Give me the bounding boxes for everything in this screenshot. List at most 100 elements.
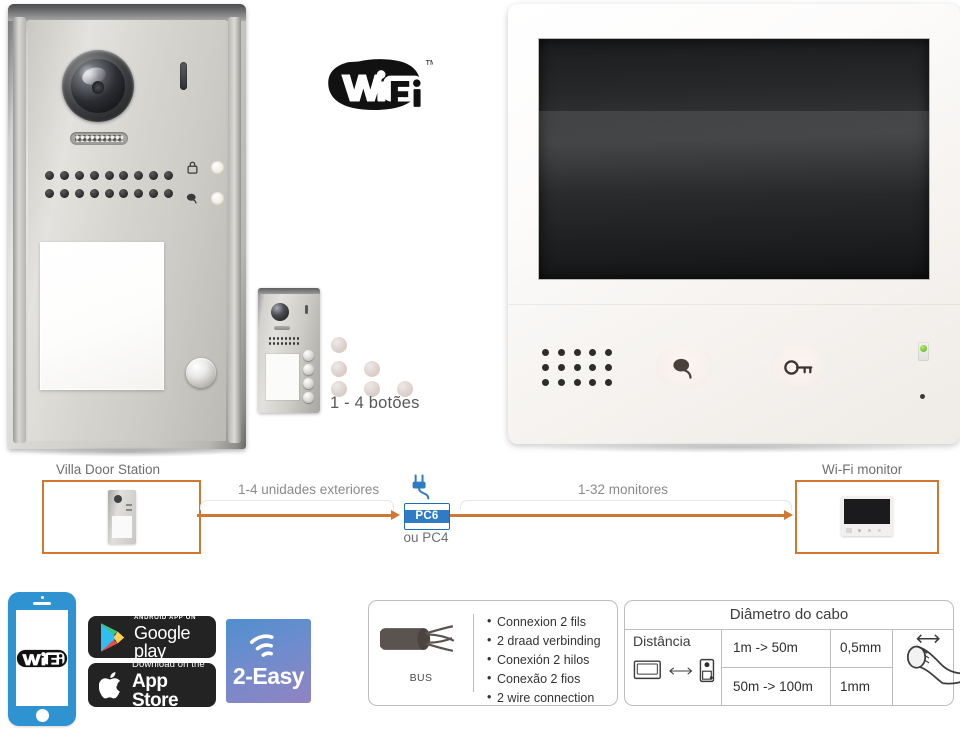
google-play-badge[interactable]: ANDROID APP ON Google play — [88, 614, 216, 661]
topology-span-right — [460, 500, 792, 510]
app-store-badge[interactable]: Download on the App Store — [88, 658, 216, 712]
topology-door-station-box — [42, 480, 201, 554]
list-item: 2 wire connection — [487, 688, 609, 708]
wifi-logo: TM — [325, 52, 436, 124]
talk-led — [211, 192, 224, 206]
distance-label: Distância — [633, 633, 691, 649]
talk-icon — [186, 194, 197, 204]
cable-diameter: 1mm — [830, 667, 892, 705]
wifi-monitor-image — [508, 4, 960, 453]
trademark-mark: TM — [425, 58, 433, 67]
door-station-housing — [8, 4, 246, 449]
list-item: Conexión 2 hilos — [487, 650, 609, 670]
google-play-icon — [101, 622, 125, 652]
google-play-name: Google play — [134, 622, 191, 661]
camera-icon — [62, 50, 134, 122]
topology-line-left — [197, 514, 393, 517]
distance-range: 50m -> 100m — [733, 678, 813, 694]
app-store-name: App Store — [132, 671, 179, 712]
bus-cable-icon — [378, 625, 455, 652]
villa-door-station-image — [8, 4, 246, 457]
topology-arrow-right — [784, 510, 793, 520]
monitor-shadow — [532, 442, 936, 453]
key-icon — [784, 359, 813, 375]
talk-icon — [673, 358, 692, 379]
table-row: 1m -> 50m 0,5mm — [722, 629, 892, 667]
topology-arrow-left — [391, 510, 400, 520]
monitor-unlock-button[interactable] — [770, 344, 828, 390]
microphone-icon — [70, 132, 128, 145]
topology-right-label: Wi-Fi monitor — [822, 462, 903, 477]
2easy-label: 2-Easy — [232, 663, 305, 689]
cable-table-title: Diâmetro do cabo — [625, 601, 953, 630]
wifi-badge-icon — [16, 649, 68, 667]
apple-icon — [99, 671, 121, 698]
door-station-visor — [8, 4, 246, 21]
phone-screen — [16, 610, 68, 706]
small-speaker-grille-icon — [268, 336, 300, 347]
talk-indicator — [185, 190, 224, 208]
bus-label: BUS — [409, 672, 433, 684]
phone-home-button — [35, 709, 49, 722]
table-row: 50m -> 100m 1mm — [722, 666, 892, 705]
button-count-label: 1 - 4 botões — [330, 394, 420, 412]
small-camera-icon — [271, 303, 289, 321]
topology-line-right — [448, 514, 786, 517]
list-item: Connexion 2 fils — [487, 612, 609, 632]
pc6-adapter: PC6 — [404, 503, 450, 530]
speaker-grille-icon — [45, 171, 173, 201]
pc6-alt-label: ou PC4 — [403, 530, 449, 545]
nameplate — [40, 242, 164, 390]
monitor-screen — [539, 39, 929, 279]
small-door-station-image — [258, 288, 320, 413]
call-button[interactable] — [186, 358, 216, 388]
small-nameplate — [266, 354, 299, 400]
lock-icon — [187, 161, 198, 175]
monitor-microphone-icon — [920, 394, 925, 399]
list-item: Conexão 2 fios — [487, 669, 609, 689]
distance-cell: Distância — [625, 629, 722, 705]
small-infrared-icon — [305, 305, 308, 314]
door-station-icon — [699, 658, 715, 683]
door-station-left-rail — [13, 17, 26, 443]
lock-indicator — [185, 159, 224, 177]
monitor-icon — [633, 660, 661, 680]
topology-door-station-icon — [107, 490, 136, 544]
2easy-brand-logo: 2-Easy — [226, 619, 311, 703]
bus-panel-divider — [473, 614, 475, 692]
bus-connection-panel: BUS Connexion 2 fils 2 draad verbinding … — [368, 600, 618, 708]
google-play-tagline: ANDROID APP ON — [134, 614, 197, 621]
app-store-tagline: Download on the — [132, 658, 205, 670]
distance-arrow-icon — [668, 666, 692, 675]
lock-led — [211, 161, 224, 175]
cable-diameter: 0,5mm — [830, 629, 892, 667]
cable-coil-cell — [892, 629, 960, 705]
topology-monitor-box — [795, 480, 939, 554]
small-microphone-icon — [274, 326, 290, 330]
phone-camera-icon — [40, 596, 44, 599]
door-station-right-rail — [228, 17, 241, 443]
topology-span-left-label: 1-4 unidades exteriores — [238, 482, 380, 497]
small-station-visor — [258, 288, 320, 294]
door-station-shadow — [22, 447, 232, 457]
pc6-adapter-label: PC6 — [405, 510, 449, 523]
power-plug-icon — [408, 472, 434, 507]
smartphone-illustration — [8, 592, 76, 726]
button-count-illustration — [331, 337, 413, 397]
monitor-speaker-grille-icon — [542, 349, 612, 387]
topology-left-label: Villa Door Station — [56, 462, 161, 477]
topology-span-right-label: 1-32 monitores — [578, 482, 669, 497]
topology-monitor-icon — [841, 496, 893, 536]
infrared-sensor-icon — [180, 62, 187, 90]
power-led-indicator — [918, 342, 929, 361]
distance-range: 1m -> 50m — [733, 640, 798, 656]
cable-diameter-panel: Diâmetro do cabo Distância 1m -> 50m 0,5… — [624, 600, 960, 706]
monitor-talk-button[interactable] — [655, 344, 713, 390]
cable-coil-icon — [906, 634, 960, 685]
bus-connection-list: Connexion 2 fils 2 draad verbinding Cone… — [487, 612, 609, 708]
wifi-signal-icon — [249, 634, 274, 657]
topology-span-left — [200, 500, 394, 510]
phone-speaker-icon — [33, 602, 51, 605]
list-item: 2 draad verbinding — [487, 631, 609, 651]
small-call-buttons[interactable] — [303, 350, 314, 406]
